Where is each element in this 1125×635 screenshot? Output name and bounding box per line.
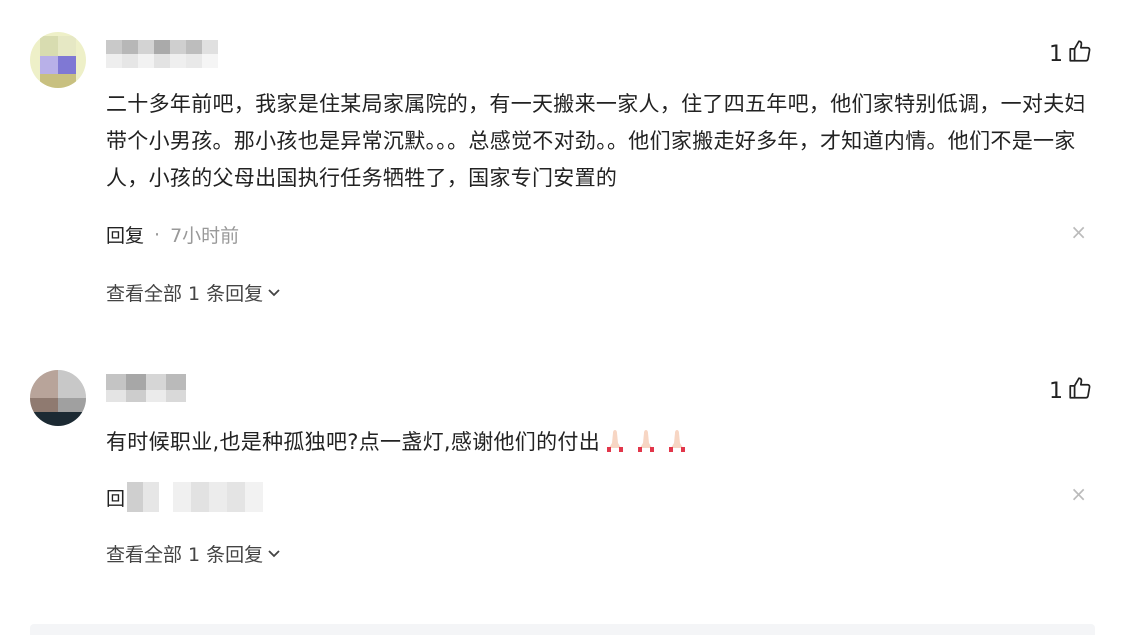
comment-text-content: 有时候职业,也是种孤独吧?点一盏灯,感谢他们的付出 [106, 430, 600, 454]
comment-input-bar[interactable] [30, 624, 1095, 635]
comment-text: 有时候职业,也是种孤独吧?点一盏灯,感谢他们的付出 [106, 424, 1096, 461]
view-all-label: 查看全部 1 条回复 [106, 544, 264, 566]
close-icon[interactable]: × [1070, 484, 1087, 504]
view-all-replies-button[interactable]: 查看全部 1 条回复 [106, 540, 281, 567]
avatar[interactable] [30, 370, 86, 426]
username-blurred[interactable] [106, 40, 218, 68]
folded-hands-icon [600, 428, 692, 452]
username-blurred[interactable] [106, 374, 186, 402]
thumbs-up-icon [1067, 375, 1093, 407]
chevron-down-icon [267, 543, 281, 565]
view-all-label: 查看全部 1 条回复 [106, 283, 264, 305]
like-count: 1 [1049, 378, 1063, 404]
timestamp: 7小时前 [170, 225, 240, 247]
blurred-meta [127, 482, 264, 512]
avatar[interactable] [30, 32, 86, 88]
view-all-replies-button[interactable]: 查看全部 1 条回复 [106, 279, 281, 306]
comment-text: 二十多年前吧，我家是住某局家属院的，有一天搬来一家人，住了四五年吧，他们家特别低… [106, 92, 1086, 190]
reply-button[interactable]: 回复 [106, 221, 144, 248]
like-button[interactable]: 1 [1049, 38, 1093, 70]
thumbs-up-icon [1067, 38, 1093, 70]
comment-meta: 回复 · 7小时前 [106, 221, 239, 248]
close-icon[interactable]: × [1070, 222, 1087, 242]
reply-button[interactable]: 回 [106, 484, 125, 511]
separator: · [154, 223, 161, 246]
like-count: 1 [1049, 41, 1063, 67]
comment-meta: 回 [106, 482, 264, 512]
chevron-down-icon [267, 282, 281, 304]
like-button[interactable]: 1 [1049, 375, 1093, 407]
